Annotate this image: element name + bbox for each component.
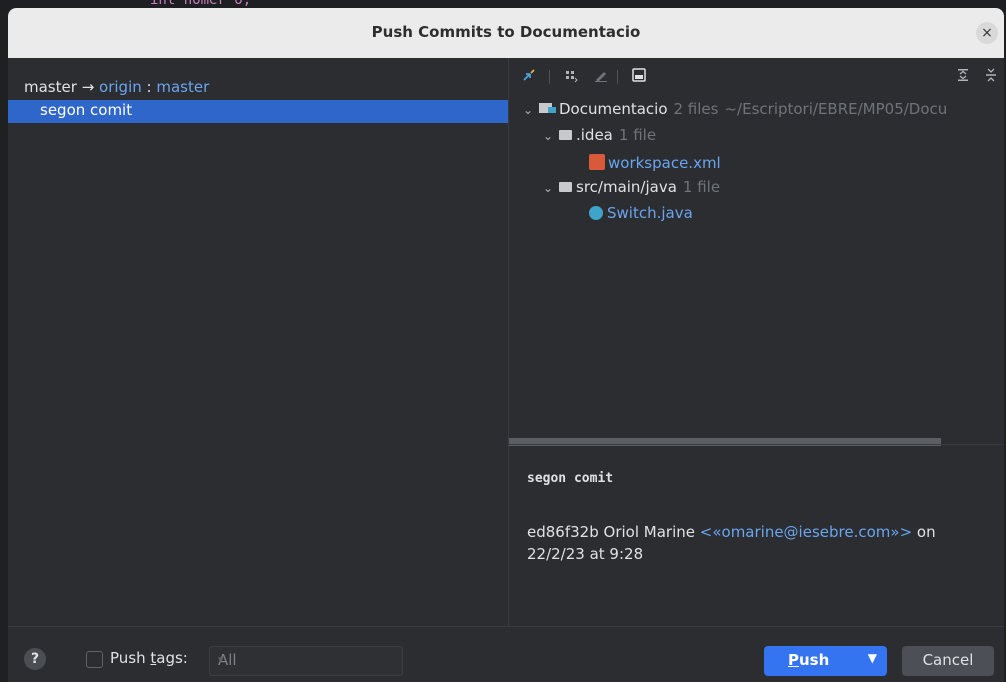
root-folder-name: Documentacio bbox=[559, 100, 668, 118]
push-mnemonic: P bbox=[788, 651, 799, 669]
arrow-right-icon: → bbox=[81, 78, 95, 96]
push-commits-dialog: Push Commits to Documentacio × master → … bbox=[8, 8, 1004, 682]
tree-node-src[interactable]: ⌄ src/main/java 1 file bbox=[543, 178, 720, 202]
expand-all-icon[interactable] bbox=[953, 67, 973, 87]
push-dropdown-arrow-icon[interactable]: ▼ bbox=[868, 651, 877, 665]
idea-folder-name: .idea bbox=[576, 126, 613, 144]
commit-date: 22/2/23 at 9:28 bbox=[527, 545, 644, 563]
cancel-label: Cancel bbox=[922, 651, 974, 669]
commit-label: segon comit bbox=[40, 101, 133, 119]
changes-toolbar bbox=[509, 58, 1004, 94]
chevron-down-icon[interactable]: ⌄ bbox=[543, 129, 559, 143]
push-label-rest: ush bbox=[799, 651, 830, 669]
push-button-label: Push bbox=[788, 651, 829, 669]
dialog-titlebar[interactable]: Push Commits to Documentacio × bbox=[8, 8, 1004, 58]
tree-node-switch-java[interactable]: Switch.java bbox=[589, 204, 693, 228]
commit-details-pane: segon comit ed86f32b Oriol Marine <«omar… bbox=[509, 444, 1004, 627]
remote-branch-link[interactable]: master bbox=[156, 78, 209, 96]
push-tags-label[interactable]: Push tags: bbox=[110, 649, 188, 667]
diff-arrows-icon[interactable] bbox=[519, 67, 539, 87]
dialog-button-bar: ? Push tags: All ▾ Push ▼ Cancel bbox=[8, 626, 1004, 682]
commits-panel: master → origin : master segon comit bbox=[8, 58, 509, 626]
cancel-button[interactable]: Cancel bbox=[902, 646, 994, 676]
src-folder-name: src/main/java bbox=[576, 178, 677, 196]
xml-file-icon bbox=[589, 154, 605, 170]
tree-node-root[interactable]: ⌄ Documentacio 2 files ~/Escriptori/EBRE/MP… bbox=[523, 100, 947, 124]
close-icon[interactable]: × bbox=[976, 22, 998, 44]
chevron-down-icon[interactable]: ⌄ bbox=[543, 181, 559, 195]
editor-code-fragment: int nomer o; bbox=[150, 0, 252, 8]
collapse-all-icon[interactable] bbox=[981, 67, 1001, 87]
commit-hash: ed86f32b bbox=[527, 523, 599, 541]
push-tags-label-post: ags: bbox=[156, 649, 188, 667]
chevron-down-icon[interactable]: ⌄ bbox=[523, 103, 539, 117]
changed-files-tree: ⌄ Documentacio 2 files ~/Escriptori/EBRE/MP… bbox=[509, 94, 1004, 434]
commit-on-label: on bbox=[916, 523, 936, 541]
module-icon bbox=[539, 100, 559, 118]
chevron-down-icon: ▾ bbox=[218, 653, 224, 666]
tree-node-idea[interactable]: ⌄ .idea 1 file bbox=[543, 126, 656, 150]
idea-file-count: 1 file bbox=[618, 126, 657, 144]
author-email-link[interactable]: <«omarine@iesebre.com»> bbox=[700, 523, 912, 541]
folder-icon bbox=[559, 130, 572, 140]
help-icon[interactable]: ? bbox=[24, 648, 46, 670]
commit-list-item[interactable]: segon comit bbox=[8, 100, 508, 123]
remote-name-link[interactable]: origin bbox=[99, 78, 142, 96]
push-button[interactable]: Push ▼ bbox=[764, 646, 887, 676]
toolbar-separator bbox=[549, 70, 550, 84]
push-tags-checkbox[interactable] bbox=[86, 651, 103, 668]
root-file-count: 2 files bbox=[673, 100, 719, 118]
toolbar-separator bbox=[617, 70, 618, 84]
remote-separator: : bbox=[141, 78, 157, 96]
src-file-count: 1 file bbox=[682, 178, 721, 196]
tags-select[interactable]: All ▾ bbox=[209, 646, 403, 676]
preview-icon[interactable] bbox=[629, 67, 649, 87]
workspace-file-name: workspace.xml bbox=[608, 154, 721, 172]
changes-panel: ⌄ Documentacio 2 files ~/Escriptori/EBRE/MP… bbox=[509, 58, 1004, 626]
push-tags-label-pre: Push bbox=[110, 649, 151, 667]
branch-mapping-row[interactable]: master → origin : master bbox=[24, 78, 209, 96]
commit-meta: ed86f32b Oriol Marine <«omarine@iesebre.… bbox=[527, 521, 987, 565]
edit-source-icon[interactable] bbox=[591, 67, 611, 87]
local-branch: master bbox=[24, 78, 77, 96]
java-class-icon bbox=[589, 206, 603, 220]
group-by-icon[interactable] bbox=[561, 67, 581, 87]
commit-author: Oriol Marine bbox=[603, 523, 695, 541]
folder-icon bbox=[559, 182, 572, 192]
commit-message: segon comit bbox=[527, 471, 614, 486]
dialog-title: Push Commits to Documentacio bbox=[371, 23, 641, 41]
switch-file-name: Switch.java bbox=[607, 204, 693, 222]
tree-node-workspace-xml[interactable]: workspace.xml bbox=[589, 152, 721, 176]
root-path: ~/Escriptori/EBRE/MP05/Docu bbox=[724, 100, 948, 118]
